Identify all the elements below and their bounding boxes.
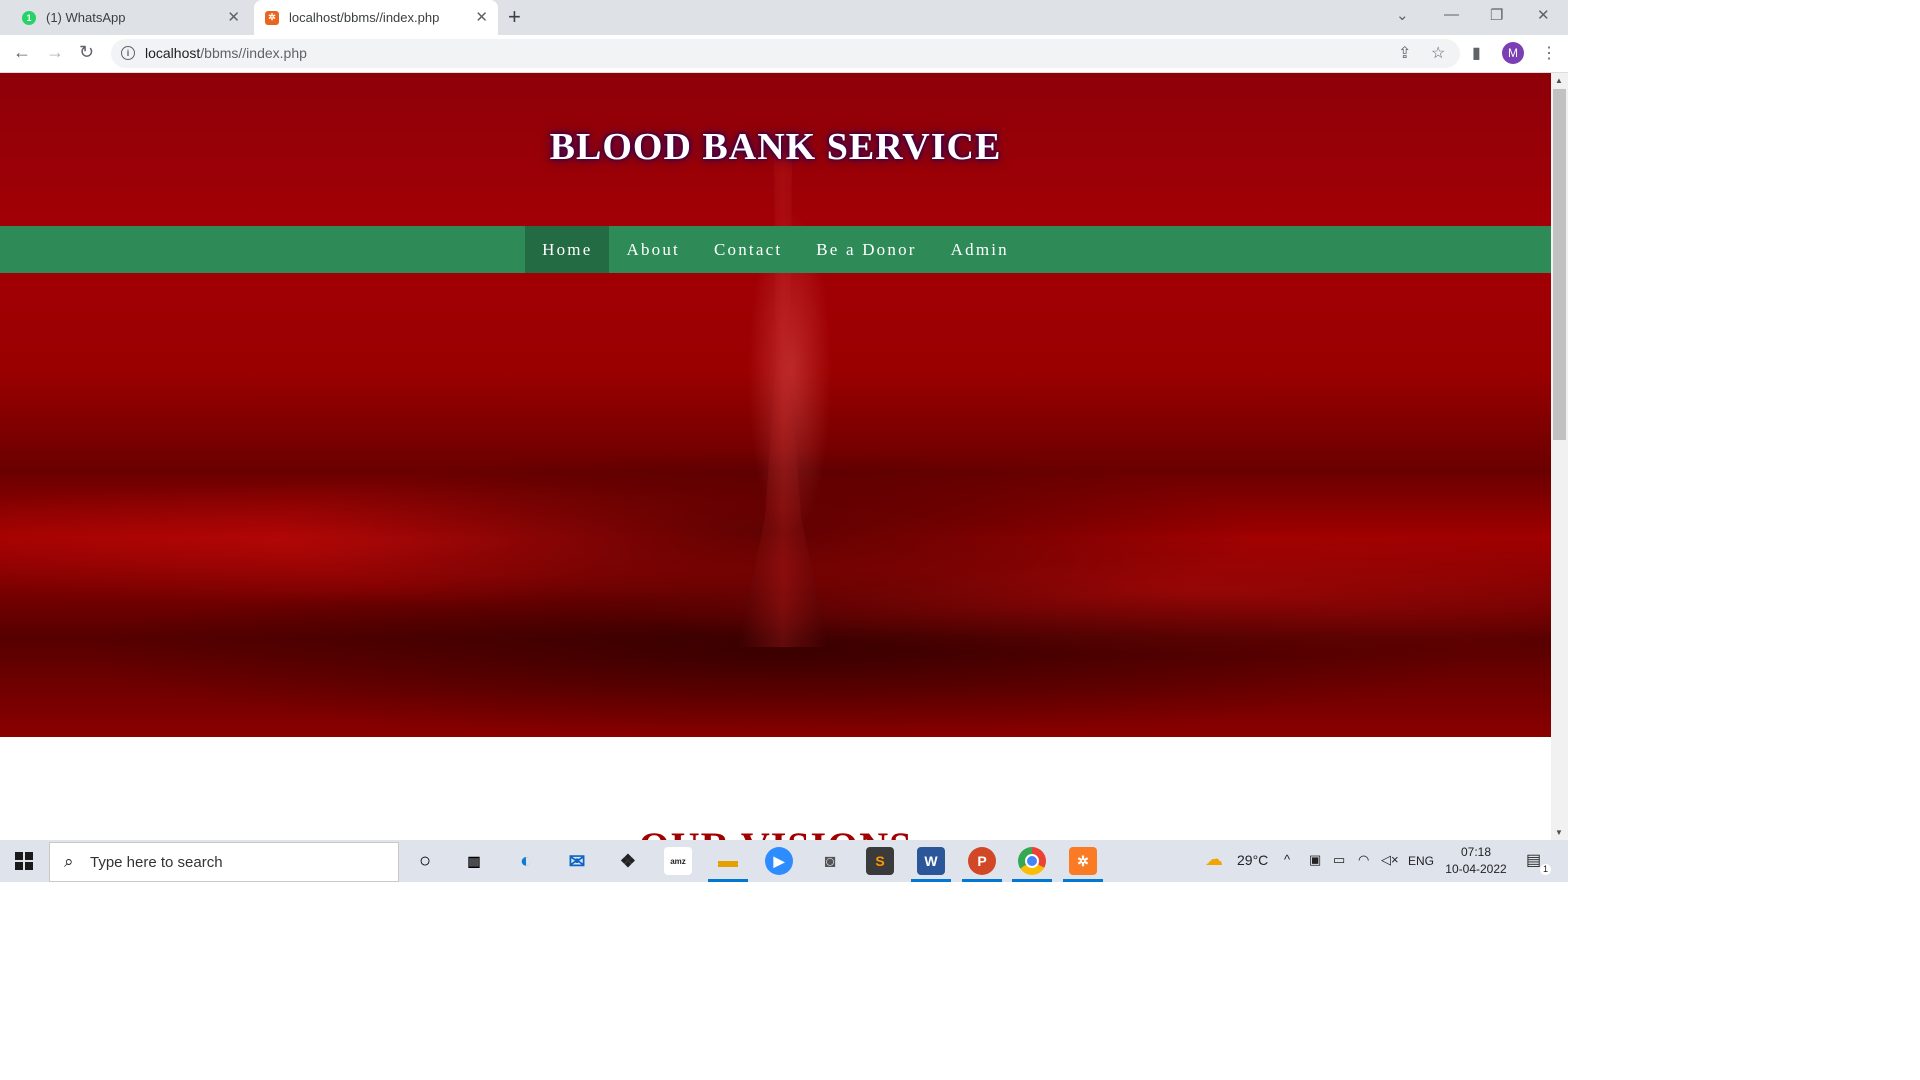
clock-time: 07:18 [1460,845,1492,859]
new-tab-button[interactable]: + [508,4,521,30]
battery-icon[interactable]: ▭ [1333,852,1345,868]
taskbar-search[interactable]: ⌕ Type here to search [49,842,399,882]
whatsapp-icon: 1 [22,10,36,25]
task-view-icon[interactable]: ▥ [460,847,488,875]
close-tab-icon[interactable]: ✕ [475,8,488,26]
side-panel-icon[interactable]: ▮ [1472,43,1481,63]
tab-title: (1) WhatsApp [46,10,126,25]
active-app-indicator [962,879,1002,882]
search-placeholder: Type here to search [90,854,223,871]
windows-start-icon[interactable] [15,852,33,870]
tab-search-icon[interactable]: ⌄ [1396,6,1409,24]
nav-be-a-donor[interactable]: Be a Donor [799,226,933,273]
minimize-button[interactable]: — [1444,6,1459,23]
powerpoint-icon[interactable]: P [968,847,996,875]
search-icon: ⌕ [64,852,74,871]
wifi-icon[interactable]: ◠ [1358,852,1369,868]
scrollbar-thumb[interactable] [1553,89,1566,440]
browser-toolbar: ← → ↻ i localhost/bbms//index.php ⇪ ☆ ▮ … [0,35,1568,73]
site-title: BLOOD BANK SERVICE [549,126,1002,168]
volume-muted-icon[interactable]: ◁× [1381,852,1399,868]
address-bar[interactable]: i localhost/bbms//index.php [111,39,1460,68]
scroll-up-icon[interactable]: ▲ [1555,76,1563,85]
close-tab-icon[interactable]: ✕ [227,8,240,26]
clock-date: 10-04-2022 [1445,862,1507,876]
restore-button[interactable]: ❐ [1490,6,1503,24]
word-icon[interactable]: W [917,847,945,875]
tab-localhost[interactable]: ✲ localhost/bbms//index.php ✕ [254,0,498,35]
show-hidden-icons[interactable]: ^ [1284,852,1290,867]
active-app-indicator [1012,879,1052,882]
sublime-icon[interactable]: S [866,847,894,875]
notification-count: 1 [1540,864,1551,875]
profile-avatar[interactable]: M [1502,42,1524,64]
xampp-icon[interactable]: ✲ [1069,847,1097,875]
meet-now-icon[interactable]: ▣ [1309,852,1321,868]
edge-icon[interactable]: ◐ [512,847,540,875]
windows-taskbar: ⌕ Type here to search ○ ▥ ◐ ✉ ❖ amz ▬ ▶ … [0,840,1568,882]
site-info-icon[interactable]: i [121,46,135,60]
amazon-icon[interactable]: amz [664,847,692,875]
forward-icon[interactable]: → [46,42,64,63]
weather-icon[interactable]: ☁ [1205,849,1223,870]
active-app-indicator [708,879,748,882]
cortana-icon[interactable]: ○ [411,847,439,875]
menu-kebab-icon[interactable]: ⋮ [1541,43,1557,63]
bookmark-star-icon[interactable]: ☆ [1431,43,1445,63]
scroll-down-icon[interactable]: ▼ [1555,828,1563,837]
reload-icon[interactable]: ↻ [79,42,94,63]
hero-banner [0,73,1551,737]
share-icon[interactable]: ⇪ [1398,43,1411,63]
browser-tab-strip: 1 (1) WhatsApp ✕ ✲ localhost/bbms//index… [0,0,1568,35]
section-heading: OUR VISIONS [0,823,1551,840]
nav-contact[interactable]: Contact [697,226,799,273]
nav-home[interactable]: Home [525,226,610,273]
chrome-icon[interactable] [1018,847,1046,875]
tab-title: localhost/bbms//index.php [289,10,440,25]
clock[interactable]: 07:18 10-04-2022 [1440,844,1512,878]
notification-center-icon[interactable]: ▤ [1526,850,1541,870]
page-viewport: BLOOD BANK SERVICE Home About Contact Be… [0,73,1551,840]
active-app-indicator [911,879,951,882]
url-text[interactable]: localhost/bbms//index.php [145,45,307,61]
nav-admin[interactable]: Admin [934,226,1026,273]
language-indicator[interactable]: ENG [1408,854,1434,868]
camera-icon[interactable]: ◙ [816,847,844,875]
xampp-icon: ✲ [265,10,279,25]
zoom-icon[interactable]: ▶ [765,847,793,875]
file-explorer-icon[interactable]: ▬ [714,847,742,875]
active-app-indicator [1063,879,1103,882]
weather-temp[interactable]: 29°C [1237,852,1268,868]
mail-icon[interactable]: ✉ [563,847,591,875]
main-nav: Home About Contact Be a Donor Admin [0,226,1551,273]
tab-whatsapp[interactable]: 1 (1) WhatsApp ✕ [0,0,250,35]
dropbox-icon[interactable]: ❖ [614,847,642,875]
nav-about[interactable]: About [609,226,697,273]
page-scrollbar[interactable]: ▲ ▼ [1551,73,1568,840]
back-icon[interactable]: ← [13,42,31,63]
close-window-button[interactable]: ✕ [1537,6,1550,24]
